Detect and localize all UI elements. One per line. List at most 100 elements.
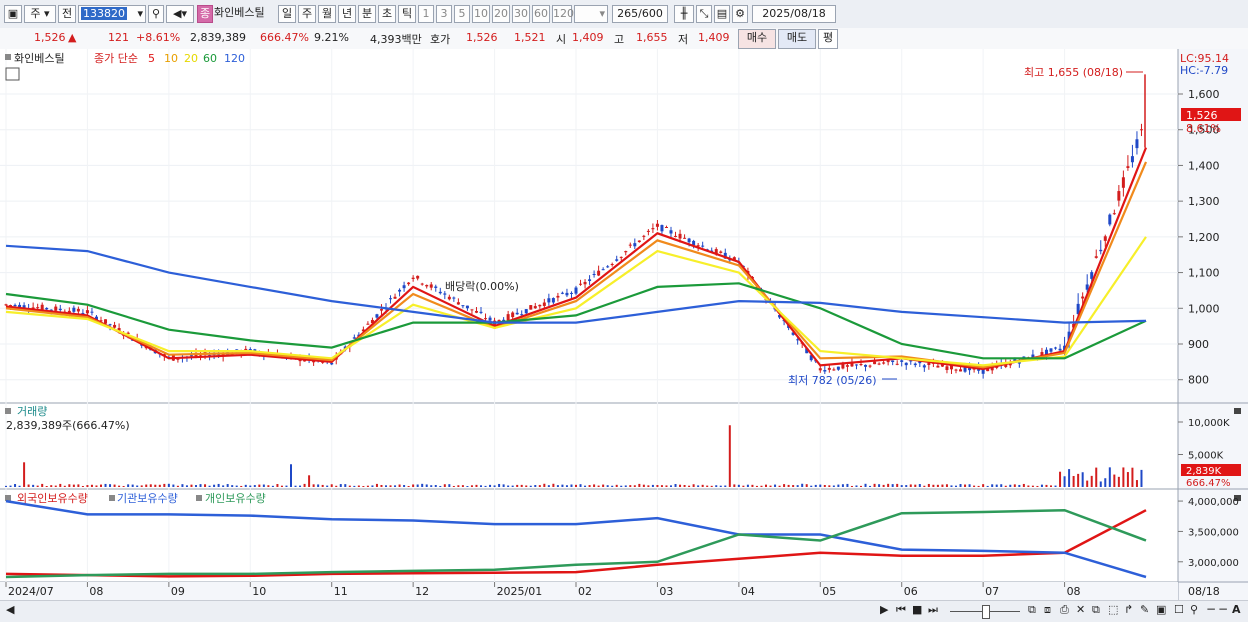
volume-bar (375, 483, 378, 487)
tool-rect-icon[interactable]: ⧉ (1028, 603, 1036, 617)
volume-bar (982, 484, 985, 487)
volume-bar (357, 485, 360, 487)
table-icon[interactable] (5, 67, 20, 81)
first-page-icon[interactable]: ⏮ (896, 603, 906, 617)
open-price: 1,409 (572, 31, 604, 44)
volume-bar (611, 485, 614, 487)
candle-body (651, 228, 655, 230)
speaker-icon[interactable]: ◀▾ (166, 5, 194, 23)
tool-copy-icon[interactable]: ⧈ (1044, 603, 1051, 617)
candle-body (873, 361, 877, 365)
chevron-down-icon[interactable]: ▾ (137, 6, 143, 22)
volume-panel-close-icon[interactable] (1234, 408, 1241, 414)
interval-60[interactable]: 60 (532, 5, 550, 23)
candle-body (113, 324, 117, 328)
volume-bar (995, 484, 998, 487)
font-size-icon[interactable]: A (1232, 603, 1241, 616)
candle-body (624, 251, 628, 253)
interval-10[interactable]: 10 (472, 5, 490, 23)
interval-1[interactable]: 1 (418, 5, 434, 23)
volume-bar (701, 484, 704, 487)
interval-120[interactable]: 120 (552, 5, 574, 23)
tool-print-icon[interactable]: ⎙ (1060, 603, 1069, 617)
period-second[interactable]: 초 (378, 5, 396, 23)
volume-bar (864, 483, 867, 487)
type-select[interactable]: 주 ▾ (24, 5, 56, 23)
last-page-icon[interactable]: ⏭ (928, 603, 938, 617)
crosshair-icon[interactable]: ⤡ (696, 5, 712, 23)
stop-icon[interactable]: ■ (912, 603, 922, 616)
volume-bar (394, 485, 397, 487)
candle-body (683, 237, 687, 239)
hc-label: HC:-7.79 (1180, 64, 1228, 77)
tool-cross-icon[interactable]: ✕ (1076, 603, 1085, 616)
search-icon[interactable]: ⚲ (148, 5, 164, 23)
candle-body (678, 233, 682, 239)
volume-bar (629, 485, 632, 487)
tool-image-icon[interactable]: ▣ (1156, 603, 1166, 616)
period-week[interactable]: 주 (298, 5, 316, 23)
candle-body (569, 292, 573, 294)
candle-body (954, 369, 958, 371)
candle-type-icon[interactable]: ╫ (674, 5, 694, 23)
buy-button[interactable]: 매수 (738, 29, 776, 49)
candle-body (1081, 296, 1085, 299)
prev-button[interactable]: 전 (58, 5, 76, 23)
volume-bar (755, 485, 758, 487)
save-icon[interactable]: ▤ (714, 5, 730, 23)
volume-bar (321, 484, 324, 487)
tool-box-icon[interactable]: ☐ (1174, 603, 1184, 616)
period-day[interactable]: 일 (278, 5, 296, 23)
gear-icon[interactable]: ⚙ (732, 5, 748, 23)
zoom-slider-handle[interactable] (982, 605, 990, 619)
period-tick[interactable]: 틱 (398, 5, 416, 23)
candle-body (1112, 213, 1116, 215)
period-month[interactable]: 월 (318, 5, 336, 23)
volume-bar (1063, 476, 1066, 487)
volume-bar (968, 484, 971, 487)
minus-icon[interactable]: − (1218, 602, 1228, 616)
tool-arrow-icon[interactable]: ↱ (1124, 603, 1133, 616)
period-year[interactable]: 년 (338, 5, 356, 23)
candle-body (877, 363, 881, 365)
tool-stack-icon[interactable]: ⧉ (1092, 603, 1100, 617)
candle-body (484, 318, 488, 320)
interval-5[interactable]: 5 (454, 5, 470, 23)
period-minute[interactable]: 분 (358, 5, 376, 23)
volume-bar (353, 485, 356, 487)
candle-body (529, 305, 533, 310)
volume-bar (398, 484, 401, 487)
volume-bar (45, 486, 48, 487)
toolbar: ▣ 주 ▾ 전 133820 ▾ ⚲ ◀▾ 종 화인베스틸 일 주 월 년 분 초… (0, 0, 1248, 29)
eval-button[interactable]: 평 (818, 29, 838, 49)
date-field[interactable]: 2025/08/18 (752, 5, 836, 23)
window-icon[interactable]: ▣ (4, 5, 22, 23)
bottom-scrollbar[interactable]: ◀ ▶ ⏮ ■ ⏭ ⧉ ⧈ ⎙ ✕ ⧉ ⬚ ↱ ✎ ▣ ☐ ⚲ − − A (0, 600, 1248, 622)
interval-30[interactable]: 30 (512, 5, 530, 23)
volume-bar (1040, 484, 1043, 487)
volume-bar (1004, 485, 1007, 487)
dividend-annotation: 배당락(0.00%) (445, 280, 519, 293)
period-week-label: 주 (301, 7, 313, 20)
candle-body (606, 266, 610, 268)
code-input[interactable]: 133820 ▾ (78, 5, 146, 23)
interval-20[interactable]: 20 (492, 5, 510, 23)
price-tick-label: 1,400 (1188, 159, 1220, 172)
tool-chart-icon[interactable]: ⬚ (1108, 603, 1118, 616)
zoom-out-icon[interactable]: − (1206, 602, 1216, 616)
scroll-right-icon[interactable]: ▶ (880, 603, 888, 616)
volume-bar (1013, 484, 1016, 487)
count-field[interactable]: 265/600 (612, 5, 668, 23)
scroll-left-icon[interactable]: ◀ (6, 603, 14, 616)
date-value: 2025/08/18 (762, 7, 826, 20)
volume-bar (199, 484, 202, 487)
volume-bar (95, 485, 98, 487)
volume-ratio: 666.47% (260, 31, 309, 44)
interval-3[interactable]: 3 (436, 5, 452, 23)
interval-dropdown[interactable]: ▾ (574, 5, 608, 23)
zoom-icon[interactable]: ⚲ (1190, 603, 1198, 616)
volume-bar (561, 484, 564, 487)
candle-body (1094, 256, 1098, 258)
sell-button[interactable]: 매도 (778, 29, 816, 49)
tool-edit-icon[interactable]: ✎ (1140, 603, 1149, 616)
